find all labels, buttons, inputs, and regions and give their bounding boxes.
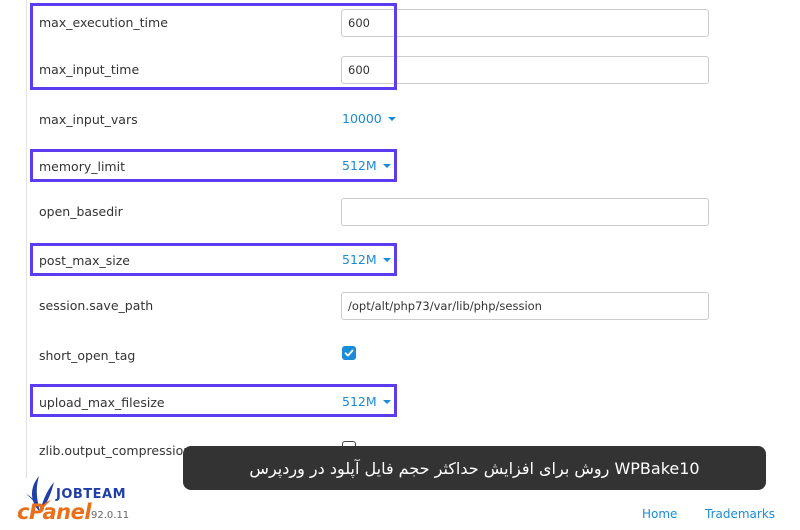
session-save-path-input[interactable] <box>341 292 709 320</box>
banner-text: WPBake10 روش برای افزایش حداکثر حجم فایل… <box>249 458 700 478</box>
setting-row-max-input-time: max_input_time <box>39 56 709 86</box>
max-input-vars-dropdown[interactable]: 10000 <box>342 111 396 126</box>
dropdown-value: 512M <box>342 394 377 409</box>
setting-row-max-input-vars: max_input_vars 10000 <box>39 106 699 136</box>
jobteam-cpanel-logo: JOBTEAM cPanel <box>15 470 155 525</box>
caption-banner: WPBake10 روش برای افزایش حداکثر حجم فایل… <box>183 446 766 490</box>
dropdown-value: 10000 <box>342 111 382 126</box>
setting-label: short_open_tag <box>39 348 136 363</box>
setting-label: upload_max_filesize <box>39 395 165 410</box>
setting-label: memory_limit <box>39 159 125 174</box>
setting-label: max_execution_time <box>39 15 168 30</box>
upload-max-filesize-dropdown[interactable]: 512M <box>342 394 391 409</box>
caret-down-icon <box>382 164 391 168</box>
version-number: 92.0.11 <box>91 510 130 521</box>
setting-row-upload-max-filesize: upload_max_filesize 512M <box>39 389 699 419</box>
dropdown-value: 512M <box>342 252 377 267</box>
logo-cpanel-text: cPanel <box>17 500 92 524</box>
setting-row-session-save-path: session.save_path <box>39 292 709 322</box>
dropdown-value: 512M <box>342 158 377 173</box>
setting-label: open_basedir <box>39 204 123 219</box>
open-basedir-input[interactable] <box>341 198 709 226</box>
short-open-tag-checkbox[interactable] <box>342 346 356 360</box>
setting-label: post_max_size <box>39 253 130 268</box>
setting-row-max-execution-time: max_execution_time <box>39 9 709 39</box>
post-max-size-dropdown[interactable]: 512M <box>342 252 391 267</box>
setting-row-short-open-tag: short_open_tag <box>39 342 699 372</box>
home-link[interactable]: Home <box>642 507 677 521</box>
setting-label: zlib.output_compression <box>39 443 192 458</box>
setting-row-memory-limit: memory_limit 512M <box>39 153 699 183</box>
setting-label: session.save_path <box>39 298 154 313</box>
setting-label: max_input_vars <box>39 112 138 127</box>
setting-label: max_input_time <box>39 62 140 77</box>
caret-down-icon <box>387 117 396 121</box>
content-left-border <box>26 0 27 478</box>
setting-row-open-basedir: open_basedir <box>39 198 709 228</box>
trademarks-link[interactable]: Trademarks <box>705 507 775 521</box>
caret-down-icon <box>382 400 391 404</box>
setting-row-post-max-size: post_max_size 512M <box>39 247 699 277</box>
max-input-time-input[interactable] <box>341 56 709 84</box>
max-execution-time-input[interactable] <box>341 9 709 37</box>
check-icon <box>344 349 354 357</box>
caret-down-icon <box>382 258 391 262</box>
memory-limit-dropdown[interactable]: 512M <box>342 158 391 173</box>
